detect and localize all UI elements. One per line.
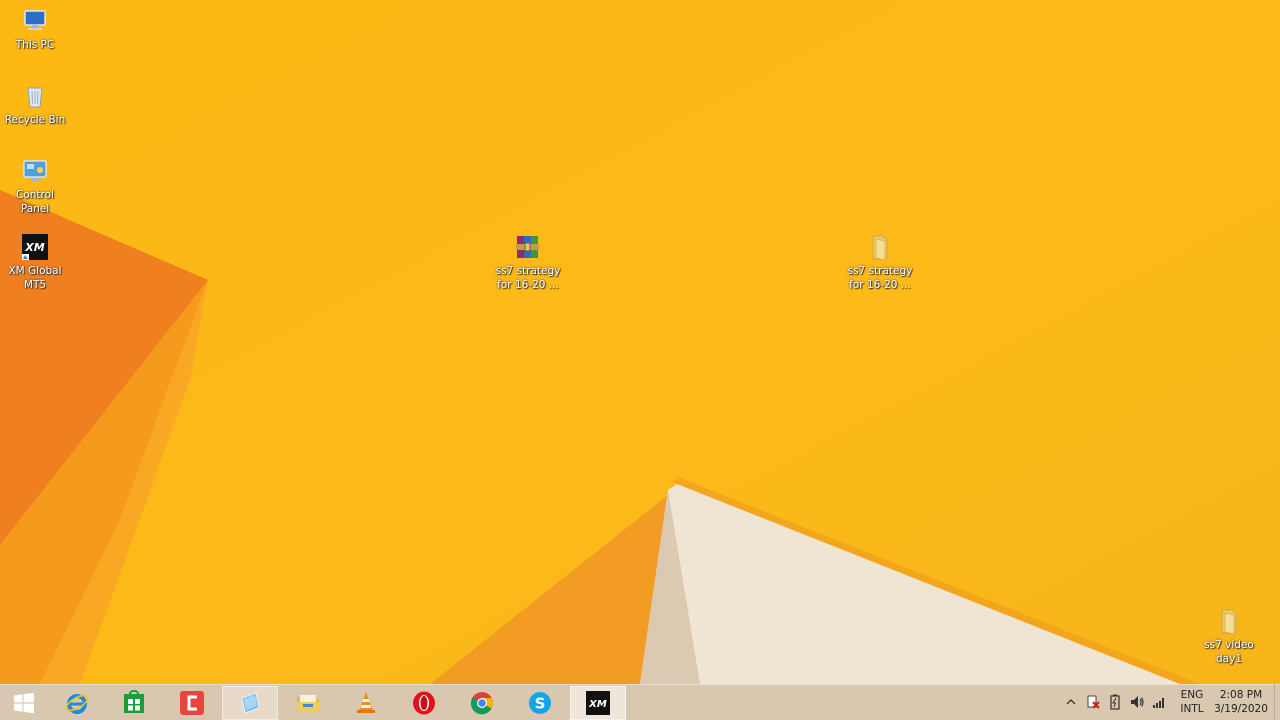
network-signal-icon[interactable] (1151, 694, 1167, 710)
desktop-wallpaper (0, 0, 1280, 684)
desktop-icon-ss7-video-day1[interactable]: ss7 video day1 (1194, 606, 1264, 666)
skype-icon: S (529, 692, 551, 714)
camtasia-icon (180, 691, 204, 715)
taskbar-xm-mt5[interactable]: XM (570, 686, 626, 720)
taskbar-camtasia[interactable] (164, 686, 220, 720)
desktop-icon-control-panel[interactable]: Control Panel (0, 156, 70, 216)
input-language-indicator[interactable]: ENG INTL (1176, 688, 1208, 716)
xm-logo-icon: XM (22, 234, 48, 260)
taskbar-file-explorer[interactable] (280, 686, 336, 720)
clock-time: 2:08 PM (1219, 689, 1263, 701)
winrar-archive-icon (516, 236, 539, 258)
folder-icon (872, 235, 888, 261)
folder-icon (1221, 609, 1237, 635)
start-button[interactable] (0, 686, 48, 720)
keyboard-layout: INTL (1180, 703, 1204, 715)
volume-icon[interactable] (1129, 694, 1145, 710)
vlc-cone-icon (357, 692, 375, 713)
desktop-icon-this-pc[interactable]: This PC (0, 6, 70, 52)
show-hidden-icons-icon[interactable] (1063, 694, 1079, 710)
file-explorer-icon (297, 695, 319, 712)
taskbar-internet-explorer[interactable] (49, 686, 105, 720)
taskbar-chrome[interactable] (454, 686, 510, 720)
svg-text:S: S (535, 695, 546, 713)
svg-text:XM: XM (588, 699, 607, 710)
taskbar-opera[interactable] (396, 686, 452, 720)
taskbar-tablet-app[interactable] (222, 686, 278, 720)
desktop-icon-ss7-strategy-folder[interactable]: ss7 strategy for 16-20 ... (845, 232, 915, 292)
store-icon (124, 690, 144, 713)
battery-icon[interactable] (1107, 694, 1123, 710)
chrome-icon (470, 692, 494, 715)
language-code: ENG (1180, 689, 1204, 701)
computer-icon (24, 10, 46, 30)
taskbar-store[interactable] (106, 686, 162, 720)
show-desktop-button[interactable] (1274, 684, 1280, 720)
svg-text:XM: XM (24, 241, 44, 254)
windows-logo-icon (14, 692, 34, 714)
recycle-bin-icon (27, 87, 43, 108)
system-clock[interactable]: 2:08 PM 3/19/2020 (1208, 688, 1274, 716)
clock-date: 3/19/2020 (1214, 703, 1268, 715)
action-center-icon[interactable] (1085, 694, 1101, 710)
internet-explorer-icon (65, 694, 89, 714)
tablet-app-icon (241, 692, 260, 714)
desktop-icon-recycle-bin[interactable]: Recycle Bin (0, 81, 70, 127)
opera-icon (413, 691, 435, 715)
desktop-icon-ss7-strategy-archive[interactable]: ss7 strategy for 16-20 ... (493, 232, 563, 292)
taskbar-vlc[interactable] (338, 686, 394, 720)
xm-logo-icon: XM (586, 691, 610, 715)
taskbar-skype[interactable]: S (512, 686, 568, 720)
control-panel-icon (23, 160, 47, 181)
desktop-icon-xm-global-mt5[interactable]: XM XM Global MT5 (0, 232, 70, 292)
